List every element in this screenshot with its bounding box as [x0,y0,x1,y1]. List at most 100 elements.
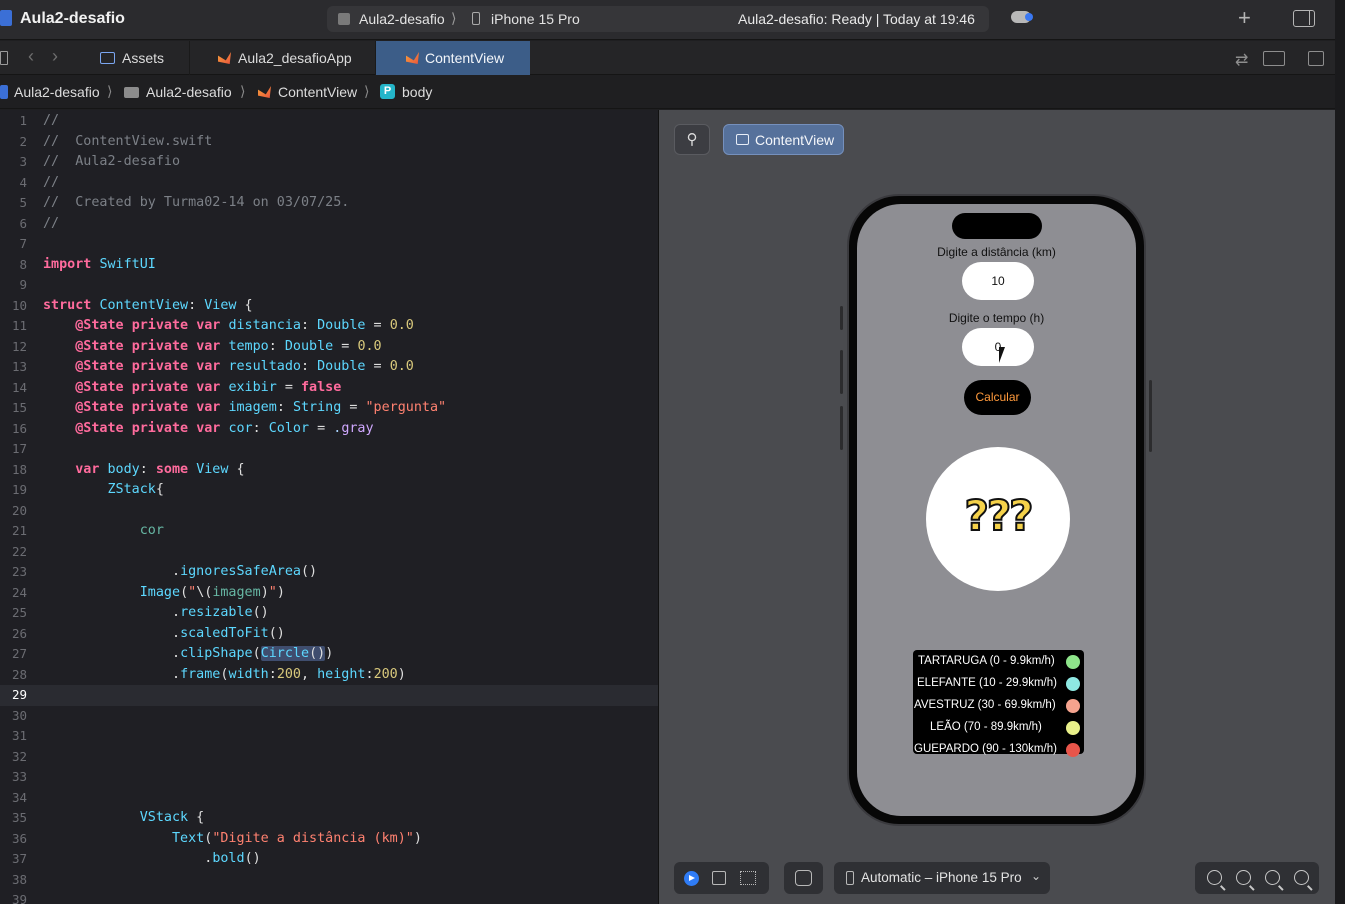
code-line[interactable]: 23 .ignoresSafeArea() [0,562,658,583]
code-line[interactable]: 6 // [0,214,658,235]
code-line[interactable]: 8 import SwiftUI [0,255,658,276]
code-line[interactable]: 22 [0,542,658,563]
code-line[interactable]: 34 [0,788,658,809]
editor-options-icon[interactable] [1263,51,1285,66]
code-line[interactable]: 17 [0,439,658,460]
code-line[interactable]: 16 @State private var cor: Color = .gray [0,419,658,440]
xcode-project-icon [0,85,8,99]
zoom-fit-icon[interactable] [1265,870,1280,885]
code-line[interactable]: 28 .frame(width:200, height:200) [0,665,658,686]
pin-icon: ⚲ [686,131,698,148]
live-preview-icon[interactable] [684,871,699,886]
code-line[interactable]: 3 // Aula2-desafio [0,152,658,173]
line-number: 36 [11,830,27,846]
breadcrumb-folder[interactable]: Aula2-desafio [146,84,232,100]
line-number: 25 [11,605,27,620]
code-text: // ContentView.swift [43,133,213,149]
scheme-run-destination[interactable]: Aula2-desafio ⟩ iPhone 15 Pro Aula2-desa… [327,6,989,32]
calculate-button[interactable]: Calcular [964,380,1031,415]
code-line[interactable]: 38 [0,870,658,891]
line-number: 20 [11,502,27,518]
code-text: struct ContentView: View { [43,297,253,313]
code-line[interactable]: 20 [0,501,658,522]
app-screen: Digite a distância (km) 10 Digite o temp… [857,204,1136,816]
chevron-right-icon[interactable]: › [52,46,58,67]
chevron-left-icon[interactable]: ‹ [28,46,34,67]
code-text: .bold() [204,851,261,866]
zoom-controls [1195,862,1319,894]
code-line[interactable]: 27 .clipShape(Circle()) [0,644,658,665]
jump-bar: Aula2-desafio ⟩ Aula2-desafio ⟩ ContentV… [0,76,1335,109]
canvas-settings-button[interactable] [784,862,823,894]
code-line[interactable]: 39 [0,890,658,904]
code-line[interactable]: 18 var body: some View { [0,460,658,481]
speed-legend: TARTARUGA (0 - 9.9km/h) ELEFANTE (10 - 29… [913,650,1084,757]
variants-icon[interactable] [740,871,756,885]
zoom-in-icon[interactable] [1294,870,1309,885]
code-line[interactable]: 1 // [0,111,658,132]
line-number: 39 [11,892,27,904]
code-line[interactable]: 7 [0,234,658,255]
tab-label: ContentView [425,50,505,66]
scheme-target[interactable]: Aula2-desafio [359,11,445,27]
legend-label: LEÃO (70 - 89.9km/h) [930,721,1042,733]
zoom-out-icon[interactable] [1207,870,1222,885]
preview-chip[interactable]: ContentView [723,124,844,155]
inspector-toggle-icon[interactable] [1293,10,1315,27]
breadcrumb-project[interactable]: Aula2-desafio [14,84,100,100]
add-editor-pane-icon[interactable] [1308,51,1324,66]
cloud-sync-icon[interactable] [1011,11,1033,23]
legend-item: LEÃO (70 - 89.9km/h) [913,717,1084,739]
code-line[interactable]: 26 .scaledToFit() [0,624,658,645]
line-number: 35 [11,810,27,825]
code-line[interactable]: 36 Text("Digite a distância (km)") [0,829,658,850]
code-line[interactable]: 30 [0,706,658,727]
code-line[interactable]: 33 [0,767,658,788]
run-destination[interactable]: iPhone 15 Pro [491,11,580,27]
line-number: 13 [11,359,27,374]
code-line[interactable]: 32 [0,747,658,768]
code-line[interactable]: 14 @State private var exibir = false [0,378,658,399]
code-line[interactable]: 19 ZStack{ [0,480,658,501]
related-items-icon[interactable] [0,51,8,65]
code-line[interactable]: 25 .resizable() [0,603,658,624]
selectable-mode-icon[interactable] [712,871,726,885]
breadcrumb-symbol[interactable]: body [402,84,432,100]
zoom-100-icon[interactable] [1236,870,1251,885]
code-line[interactable]: 35 VStack { [0,808,658,829]
time-field[interactable]: 0 [962,328,1034,366]
swift-file-icon [218,52,231,64]
code-line[interactable]: 12 @State private var tempo: Double = 0.… [0,337,658,358]
preview-device-selector[interactable]: Automatic – iPhone 15 Pro ⌄ [834,862,1050,894]
tab-label: Aula2_desafioApp [238,50,352,66]
code-line[interactable]: 29 [0,685,658,706]
code-line[interactable]: 13 @State private var resultado: Double … [0,357,658,378]
code-line[interactable]: 37 .bold() [0,849,658,870]
code-line[interactable]: 9 [0,275,658,296]
tab-aula2-desafioapp[interactable]: Aula2_desafioApp [190,41,376,75]
code-line[interactable]: 5 // Created by Turma02-14 on 03/07/25. [0,193,658,214]
line-number: 24 [11,584,27,600]
code-line[interactable]: 11 @State private var distancia: Double … [0,316,658,337]
line-number: 1 [19,113,27,128]
code-line[interactable]: 4 // [0,173,658,194]
code-line[interactable]: 10 struct ContentView: View { [0,296,658,317]
preview-chip-label: ContentView [755,132,835,148]
code-line[interactable]: 24 Image("\(imagem)") [0,583,658,604]
tab-assets[interactable]: Assets [78,41,190,75]
breadcrumb-file[interactable]: ContentView [278,84,357,100]
code-line[interactable]: 15 @State private var imagem: String = "… [0,398,658,419]
code-line[interactable]: 31 [0,726,658,747]
legend-label: AVESTRUZ (30 - 69.9km/h) [914,699,1056,711]
code-line[interactable]: 2 // ContentView.swift [0,132,658,153]
tab-contentview[interactable]: ContentView [376,41,530,75]
source-editor[interactable]: 1 // 2 // ContentView.swift 3 // Aula2-desafi… [0,110,658,904]
breadcrumb-separator: ⟩ [364,83,370,99]
code-text: @State private var distancia: Double = 0… [75,318,414,333]
add-library-icon[interactable]: + [1238,5,1251,31]
distance-field[interactable]: 10 [962,262,1034,300]
code-line[interactable]: 21 cor [0,521,658,542]
pin-preview-button[interactable]: ⚲ [674,124,710,155]
swap-icon[interactable]: ⇄ [1235,50,1248,70]
legend-color-dot [1066,655,1080,669]
